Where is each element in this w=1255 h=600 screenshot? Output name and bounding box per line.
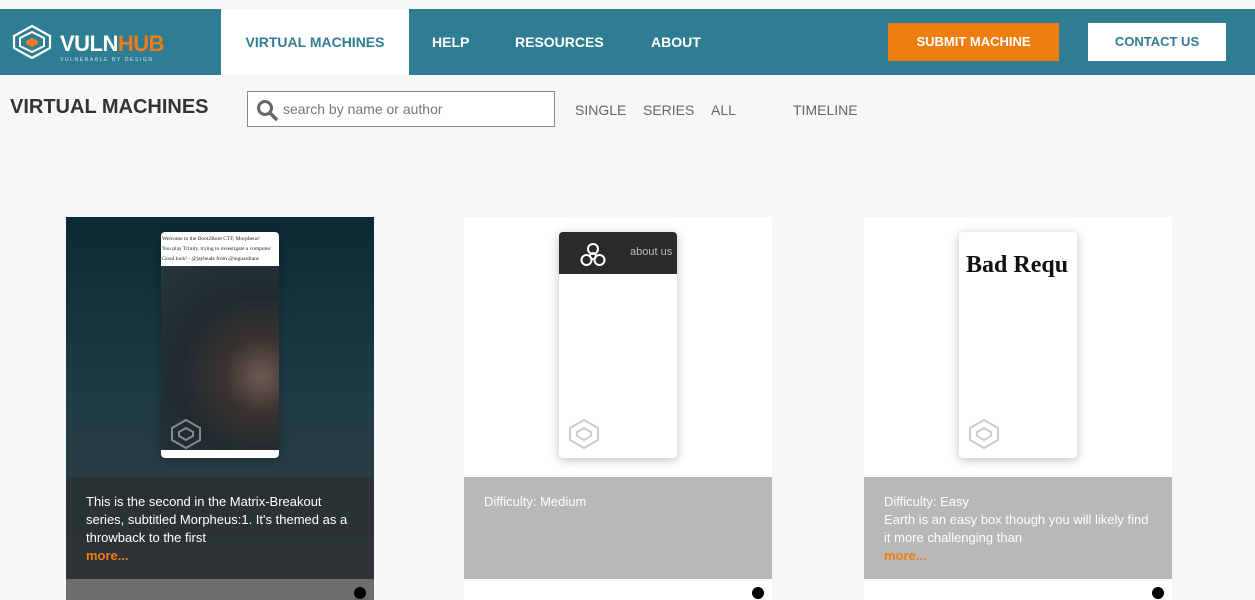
logo-wordmark: VULNHUB (60, 31, 165, 56)
screenshot-text: Bad Requ (966, 252, 1069, 278)
filter-all[interactable]: ALL (711, 102, 736, 118)
screenshot-about-text: about us (630, 246, 673, 258)
screenshot-header: about us (559, 232, 677, 274)
status-dot (752, 587, 764, 599)
screenshot-text: Welcome to the Boot2Root CTF, Morpheus! … (162, 236, 271, 262)
filter-single[interactable]: SINGLE (575, 102, 626, 118)
page-title: VIRTUAL MACHINES (10, 96, 209, 118)
card-footer (864, 579, 1172, 600)
logo-cube-icon (12, 24, 52, 60)
nav-about[interactable]: ABOUT (651, 9, 701, 75)
logo-tagline: VULNERABLE BY DESIGN (60, 57, 154, 63)
status-dot (354, 587, 366, 599)
submit-machine-button[interactable]: SUBMIT MACHINE (888, 23, 1059, 61)
vm-screenshot[interactable]: Bad Requ (959, 232, 1077, 458)
vulnhub-logo[interactable]: VULNHUB VULNERABLE BY DESIGN (0, 9, 221, 75)
vm-card[interactable]: about us Difficulty: Medium (464, 217, 772, 600)
watermark-logo-icon (569, 418, 599, 450)
filter-series[interactable]: SERIES (643, 102, 694, 118)
more-link[interactable]: more... (884, 547, 1152, 565)
card-footer (66, 579, 374, 600)
search-input[interactable] (283, 98, 543, 120)
vm-screenshot[interactable]: about us (559, 232, 677, 458)
nav-virtual-machines[interactable]: VIRTUAL MACHINES (221, 9, 409, 75)
vm-card[interactable]: Bad Requ Difficulty: Easy Earth is an ea… (864, 217, 1172, 600)
filter-timeline[interactable]: TIMELINE (793, 102, 858, 118)
status-dot (1152, 587, 1164, 599)
more-link[interactable]: more... (86, 547, 354, 565)
watermark-logo-icon (969, 418, 999, 450)
search-icon (257, 100, 278, 121)
contact-us-button[interactable]: CONTACT US (1088, 23, 1226, 61)
vm-card[interactable]: Welcome to the Boot2Root CTF, Morpheus! … (66, 217, 374, 600)
nav-resources[interactable]: RESOURCES (515, 9, 604, 75)
vm-screenshot[interactable]: Welcome to the Boot2Root CTF, Morpheus! … (161, 232, 279, 458)
vm-description: This is the second in the Matrix-Breakou… (66, 477, 374, 579)
vm-description: Difficulty: Easy Earth is an easy box th… (864, 477, 1172, 579)
card-footer (464, 579, 772, 600)
watermark-logo-icon (171, 418, 201, 450)
top-navigation-bar: VULNHUB VULNERABLE BY DESIGN VIRTUAL MAC… (0, 9, 1255, 75)
vm-description: Difficulty: Medium (464, 477, 772, 579)
nav-help[interactable]: HELP (432, 9, 469, 75)
biohazard-icon (580, 243, 606, 266)
search-box[interactable] (247, 91, 555, 127)
